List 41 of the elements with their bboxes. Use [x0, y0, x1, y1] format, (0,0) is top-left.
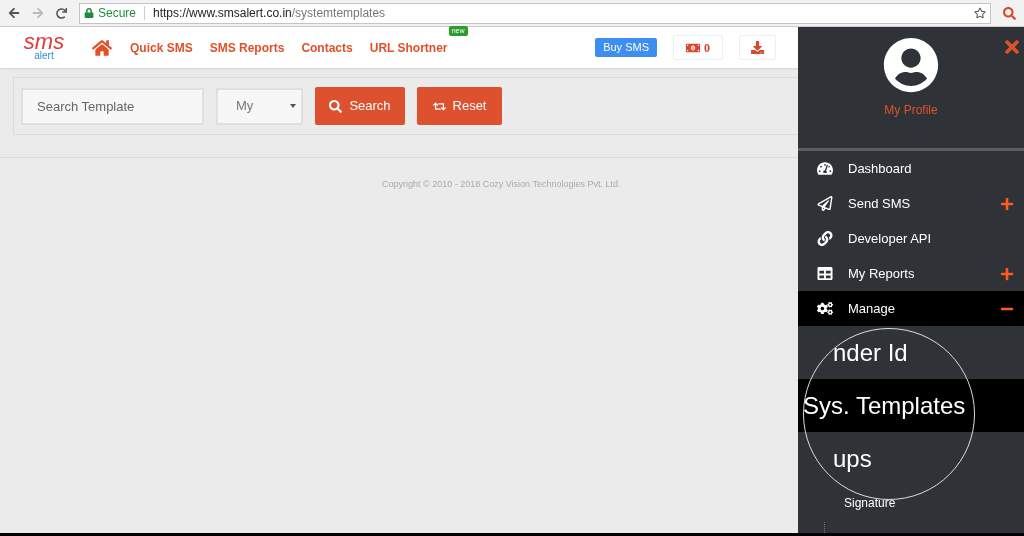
menu-label: My Reports [848, 264, 915, 283]
search-icon [329, 99, 343, 113]
download-button[interactable] [739, 35, 776, 60]
back-icon[interactable] [8, 7, 20, 19]
address-bar[interactable]: Secure https://www.smsalert.co.in/systemtemplates [79, 2, 991, 24]
credits-button[interactable]: 0 [673, 35, 723, 60]
reload-icon[interactable] [56, 7, 67, 19]
submenu-item[interactable]: Sys. Templates [798, 379, 1024, 432]
nav-link[interactable]: Contacts [301, 38, 353, 57]
profile-link[interactable]: My Profile [884, 101, 938, 119]
gauge-icon [817, 161, 833, 176]
menu-label: Manage [848, 299, 895, 318]
home-icon[interactable] [92, 37, 112, 58]
close-icon[interactable] [1002, 37, 1022, 57]
download-icon [751, 41, 764, 54]
scope-select[interactable]: My [216, 87, 303, 125]
search-button[interactable]: Search [315, 87, 405, 125]
link-icon [817, 231, 833, 246]
lock-icon [84, 8, 94, 18]
reset-button[interactable]: Reset [417, 87, 502, 125]
menu-label: Send SMS [848, 194, 911, 213]
nav-link[interactable]: Quick SMS [130, 38, 193, 57]
table-icon [817, 266, 833, 281]
copyright-text: Copyright © 2010 - 2018 Cozy Vision Technologies Pvt. Ltd. [382, 179, 621, 189]
menu-label: Dashboard [848, 159, 912, 178]
buy-sms-button[interactable]: Buy SMS [595, 38, 657, 57]
secure-label: Secure [98, 5, 137, 22]
search-field[interactable]: Search Template [21, 87, 204, 125]
logo[interactable]: sms alert [16, 30, 72, 65]
avatar-icon[interactable] [883, 37, 939, 93]
bookmark-star-icon[interactable] [974, 7, 986, 19]
expand-icon[interactable] [1000, 266, 1014, 281]
paper-plane-icon [817, 196, 833, 211]
gears-icon [817, 301, 833, 316]
url-text: https://www.smsalert.co.in/systemtemplates [153, 5, 386, 22]
nav-link[interactable]: SMS Reports [209, 38, 285, 57]
expand-icon[interactable] [1000, 196, 1014, 211]
menu-item[interactable]: Manage [798, 291, 1024, 326]
dropdown-caret-icon [290, 104, 296, 108]
search-extension-icon[interactable] [1003, 6, 1016, 20]
menu-label: Developer API [848, 229, 932, 248]
